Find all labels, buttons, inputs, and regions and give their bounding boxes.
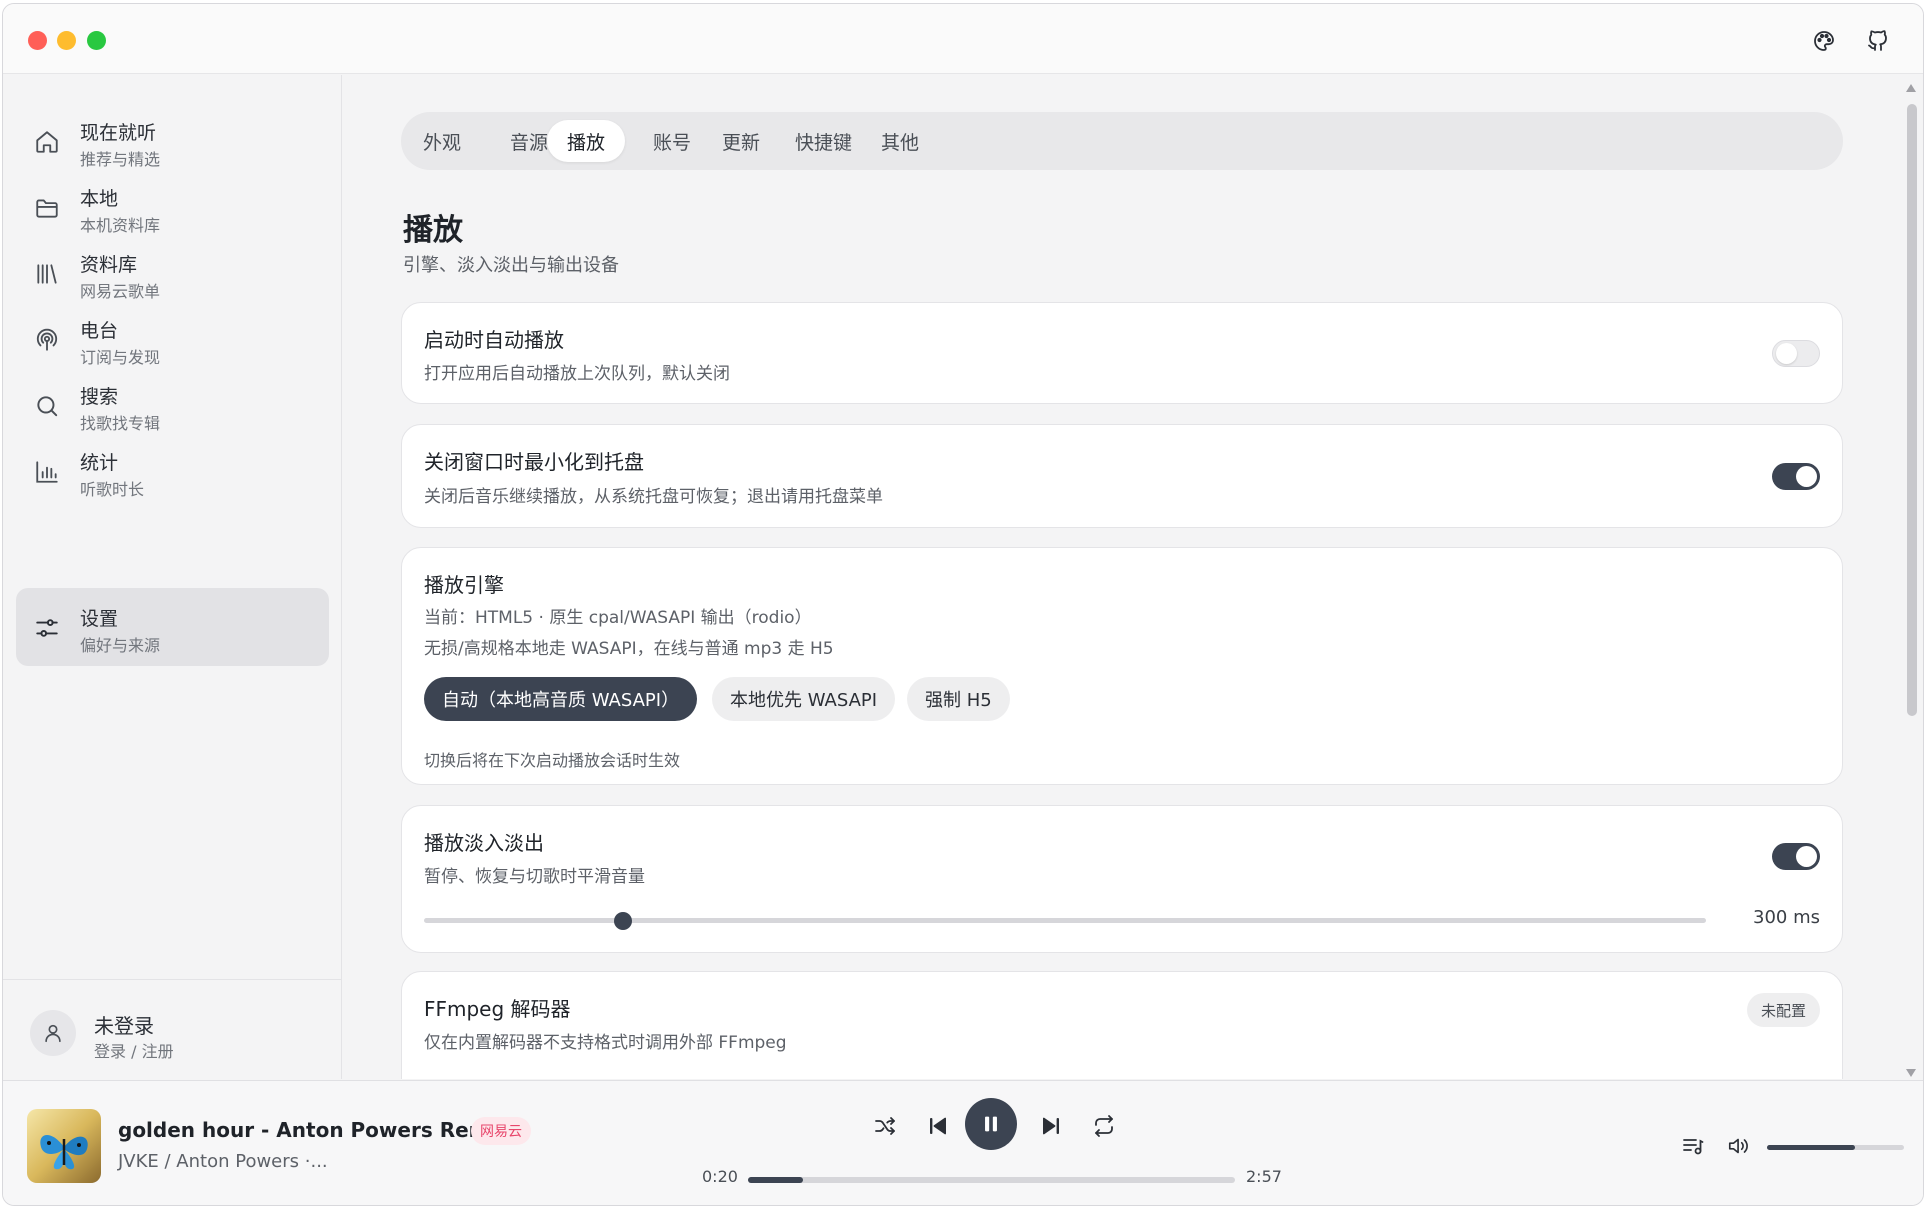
scroll-up-arrow-icon[interactable] <box>1904 82 1918 94</box>
minimize-window-button[interactable] <box>57 31 76 50</box>
home-icon <box>34 129 60 155</box>
tab-other[interactable]: 其他 <box>861 120 939 162</box>
pause-icon <box>985 1116 997 1132</box>
engine-option-auto[interactable]: 自动（本地高音质 WASAPI） <box>424 677 698 721</box>
sidebar: 现在就听 推荐与精选 本地 本机资料库 资料库 网易云歌单 电台 订阅与发现 搜… <box>3 75 342 1079</box>
ffmpeg-title: FFmpeg 解码器 <box>424 997 571 1021</box>
page-title: 播放 <box>403 213 463 248</box>
podcast-icon <box>34 327 60 353</box>
github-icon[interactable] <box>1863 26 1893 56</box>
sidebar-item-stats[interactable]: 统计 听歌时长 <box>16 432 329 510</box>
sidebar-item-subtitle: 订阅与发现 <box>80 348 161 367</box>
library-icon <box>34 261 60 287</box>
fade-description: 暂停、恢复与切歌时平滑音量 <box>424 867 645 887</box>
playback-progress-bar[interactable] <box>748 1177 1235 1183</box>
avatar[interactable] <box>30 1010 76 1056</box>
settings-content: 外观 音源 播放 账号 更新 快捷键 其他 播放 引擎、淡入淡出与输出设备 启动… <box>343 75 1909 1079</box>
close-window-button[interactable] <box>28 31 47 50</box>
previous-track-icon[interactable] <box>924 1112 952 1140</box>
autoplay-toggle[interactable] <box>1772 340 1820 367</box>
progress-fill <box>748 1177 804 1183</box>
album-cover[interactable] <box>27 1109 101 1183</box>
song-artist[interactable]: JVKE / Anton Powers ·... <box>118 1151 328 1172</box>
scroll-down-arrow-icon[interactable] <box>1904 1067 1918 1079</box>
sidebar-item-subtitle: 听歌时长 <box>80 480 145 499</box>
elapsed-time: 0:20 <box>702 1167 738 1186</box>
tray-setting-card: 关闭窗口时最小化到托盘 关闭后音乐继续播放，从系统托盘可恢复；退出请用托盘菜单 <box>401 424 1843 528</box>
ffmpeg-description: 仅在内置解码器不支持格式时调用外部 FFmpeg <box>424 1033 787 1053</box>
fade-setting-card: 播放淡入淡出 暂停、恢复与切歌时平滑音量 300 ms <box>401 805 1843 953</box>
sidebar-item-title: 统计 <box>80 452 119 474</box>
stats-icon <box>34 459 60 485</box>
tray-toggle[interactable] <box>1772 463 1820 490</box>
engine-description: 无损/高规格本地走 WASAPI，在线与普通 mp3 走 H5 <box>424 639 834 659</box>
total-duration: 2:57 <box>1246 1167 1282 1186</box>
folder-icon <box>34 195 60 221</box>
player-bar: golden hour - Anton Powers Remix 网易云 JVK… <box>3 1080 1923 1205</box>
autoplay-title: 启动时自动播放 <box>424 328 564 352</box>
sidebar-item-subtitle: 偏好与来源 <box>80 636 161 655</box>
sidebar-item-title: 本地 <box>80 188 119 210</box>
fade-toggle[interactable] <box>1772 843 1820 870</box>
slider-handle[interactable] <box>613 912 632 930</box>
ffmpeg-setting-card: FFmpeg 解码器 仅在内置解码器不支持格式时调用外部 FFmpeg 未配置 <box>401 971 1843 1079</box>
user-account-area[interactable]: 未登录 登录 / 注册 <box>3 979 342 1079</box>
tab-shortcuts[interactable]: 快捷键 <box>775 120 872 162</box>
sidebar-item-subtitle: 推荐与精选 <box>80 150 161 169</box>
title-bar <box>3 4 1923 74</box>
fade-duration-value: 300 ms <box>1753 907 1820 928</box>
shuffle-icon[interactable] <box>871 1112 899 1140</box>
tab-account[interactable]: 账号 <box>633 120 711 162</box>
autoplay-setting-card: 启动时自动播放 打开应用后自动播放上次队列，默认关闭 <box>401 302 1843 404</box>
ffmpeg-status-badge: 未配置 <box>1746 993 1820 1027</box>
settings-icon <box>34 615 60 641</box>
sidebar-item-settings[interactable]: 设置 偏好与来源 <box>16 588 329 666</box>
volume-fill <box>1767 1145 1855 1150</box>
sidebar-item-title: 设置 <box>80 608 119 630</box>
engine-note: 切换后将在下次启动播放会话时生效 <box>424 751 681 770</box>
fade-duration-slider[interactable] <box>424 912 1706 930</box>
fade-title: 播放淡入淡出 <box>424 831 544 855</box>
maximize-window-button[interactable] <box>87 31 106 50</box>
engine-option-wasapi[interactable]: 本地优先 WASAPI <box>712 677 896 721</box>
engine-current: 当前：HTML5 · 原生 cpal/WASAPI 输出（rodio） <box>424 608 812 628</box>
pause-button[interactable] <box>965 1098 1017 1150</box>
palette-icon[interactable] <box>1809 26 1839 56</box>
engine-title: 播放引擎 <box>424 573 504 597</box>
tray-description: 关闭后音乐继续播放，从系统托盘可恢复；退出请用托盘菜单 <box>424 487 883 507</box>
tab-playback[interactable]: 播放 <box>547 120 626 162</box>
tab-appearance[interactable]: 外观 <box>403 120 481 162</box>
queue-icon[interactable] <box>1679 1132 1707 1160</box>
login-link[interactable]: 登录 / 注册 <box>94 1038 174 1062</box>
user-name: 未登录 <box>94 1014 154 1038</box>
engine-setting-card: 播放引擎 当前：HTML5 · 原生 cpal/WASAPI 输出（rodio）… <box>401 547 1843 785</box>
sidebar-item-title: 资料库 <box>80 254 138 276</box>
page-subtitle: 引擎、淡入淡出与输出设备 <box>403 255 619 276</box>
repeat-icon[interactable] <box>1090 1112 1118 1140</box>
engine-option-h5[interactable]: 强制 H5 <box>907 677 1010 721</box>
next-track-icon[interactable] <box>1037 1112 1065 1140</box>
volume-slider[interactable] <box>1767 1145 1904 1150</box>
sidebar-item-title: 搜索 <box>80 386 119 408</box>
search-icon <box>34 393 60 419</box>
source-badge: 网易云 <box>471 1117 531 1145</box>
sidebar-item-title: 现在就听 <box>80 122 157 144</box>
autoplay-description: 打开应用后自动播放上次队列，默认关闭 <box>424 364 730 384</box>
app-window: 现在就听 推荐与精选 本地 本机资料库 资料库 网易云歌单 电台 订阅与发现 搜… <box>2 3 1924 1206</box>
song-title[interactable]: golden hour - Anton Powers Remix <box>118 1118 509 1142</box>
sidebar-item-subtitle: 网易云歌单 <box>80 282 161 301</box>
tab-updates[interactable]: 更新 <box>702 120 780 162</box>
sidebar-item-subtitle: 找歌找专辑 <box>80 414 161 433</box>
tray-title: 关闭窗口时最小化到托盘 <box>424 450 644 474</box>
sidebar-item-title: 电台 <box>80 320 119 342</box>
sidebar-item-subtitle: 本机资料库 <box>80 216 161 235</box>
settings-tabs: 外观 音源 播放 账号 更新 快捷键 其他 <box>401 112 1843 170</box>
scrollbar-thumb[interactable] <box>1907 104 1917 716</box>
volume-icon[interactable] <box>1723 1132 1755 1160</box>
